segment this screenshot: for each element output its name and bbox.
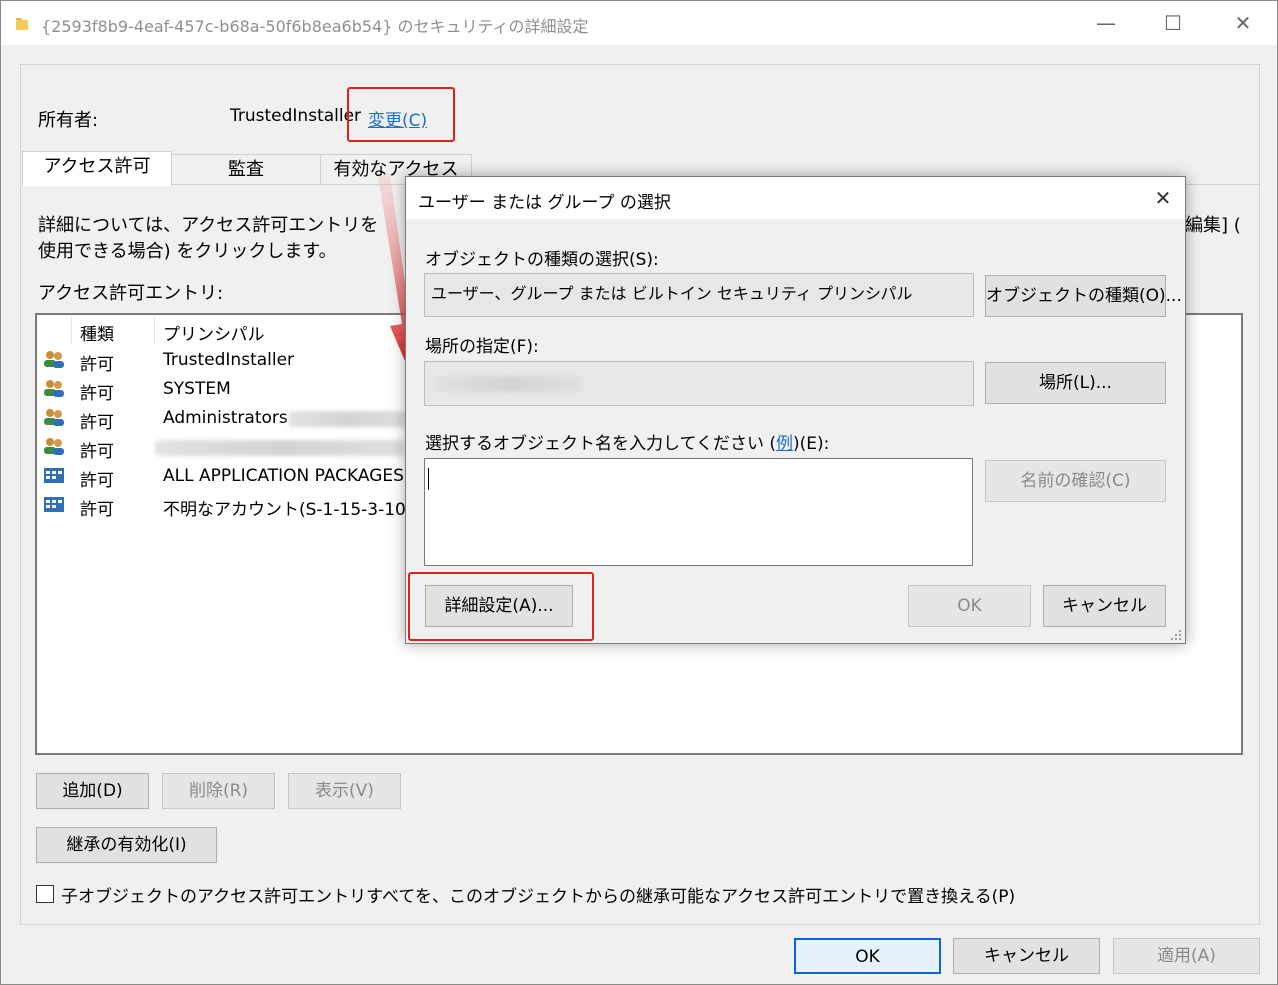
object-name-input[interactable] — [424, 458, 973, 566]
row-type: 許可 — [80, 384, 114, 404]
info-text-right: 編集] ( — [1185, 215, 1241, 236]
object-types-button[interactable]: オブジェクトの種類(O)... — [985, 275, 1182, 317]
tab-audit[interactable]: 監査 — [171, 154, 321, 185]
text-cursor — [428, 468, 429, 490]
tab-permissions[interactable]: アクセス許可 — [22, 151, 172, 186]
cancel-button[interactable]: キャンセル — [953, 938, 1100, 974]
folder-icon — [16, 18, 28, 30]
row-principal: 不明なアカウント(S-1-15-3-1024- — [163, 500, 434, 520]
column-divider — [154, 317, 155, 345]
title-bar: {2593f8b9-4eaf-457c-b68a-50f6b8ea6b54} の… — [1, 1, 1277, 45]
app-package-icon — [44, 497, 64, 512]
users-icon — [44, 409, 64, 426]
add-button[interactable]: 追加(D) — [36, 773, 149, 809]
row-principal: SYSTEM — [163, 379, 231, 399]
column-header-principal[interactable]: プリンシパル — [163, 320, 265, 345]
object-name-label-suffix: )(E): — [793, 434, 830, 454]
object-type-value: ユーザー、グループ または ビルトイン セキュリティ プリンシパル — [431, 284, 913, 303]
view-button[interactable]: 表示(V) — [288, 773, 401, 809]
column-header-type[interactable]: 種類 — [80, 320, 114, 345]
redacted-text — [433, 376, 583, 392]
apply-button[interactable]: 適用(A) — [1113, 938, 1260, 974]
advanced-button[interactable]: 詳細設定(A)... — [425, 585, 573, 627]
owner-label: 所有者: — [38, 110, 99, 131]
dialog-title: ユーザー または グループ の選択 — [418, 193, 671, 213]
remove-button[interactable]: 削除(R) — [162, 773, 275, 809]
redacted-text — [155, 440, 405, 456]
row-principal: TrustedInstaller — [163, 350, 295, 370]
object-name-label: 選択するオブジェクト名を入力してください (例)(E): — [425, 429, 829, 454]
info-text-line1: 詳細については、アクセス許可エントリを — [38, 215, 379, 236]
column-divider — [71, 317, 72, 345]
maximize-icon[interactable]: ☐ — [1156, 7, 1190, 39]
row-type: 許可 — [80, 471, 114, 491]
change-owner-link[interactable]: 変更(C) — [368, 106, 427, 131]
users-icon — [44, 438, 64, 455]
dialog-close-icon[interactable]: ✕ — [1148, 183, 1178, 213]
redacted-text — [288, 411, 408, 427]
select-user-group-dialog: ユーザー または グループ の選択 ✕ オブジェクトの種類の選択(S): ユーザ… — [405, 176, 1186, 644]
window-title: {2593f8b9-4eaf-457c-b68a-50f6b8ea6b54} の… — [41, 17, 589, 36]
app-package-icon — [44, 468, 64, 483]
dialog-ok-button[interactable]: OK — [908, 585, 1031, 627]
location-field — [424, 361, 974, 406]
entries-label: アクセス許可エントリ: — [38, 283, 224, 304]
row-principal: Administrators — [163, 408, 288, 428]
location-label: 場所の指定(F): — [425, 337, 539, 357]
row-type: 許可 — [80, 442, 114, 462]
replace-entries-checkbox[interactable] — [36, 885, 54, 903]
object-type-label: オブジェクトの種類の選択(S): — [425, 250, 659, 270]
enable-inheritance-button[interactable]: 継承の有効化(I) — [36, 827, 217, 863]
users-icon — [44, 380, 64, 397]
locations-button[interactable]: 場所(L)... — [985, 362, 1166, 404]
users-icon — [44, 351, 64, 368]
examples-link[interactable]: 例 — [776, 434, 793, 454]
replace-entries-label: 子オブジェクトのアクセス許可エントリすべてを、このオブジェクトからの継承可能なア… — [61, 887, 1016, 907]
row-principal: ALL APPLICATION PACKAGES — [163, 466, 404, 486]
check-names-button[interactable]: 名前の確認(C) — [985, 460, 1166, 502]
row-type: 許可 — [80, 355, 114, 375]
minimize-icon[interactable]: — — [1089, 7, 1123, 39]
row-type: 許可 — [80, 500, 114, 520]
close-icon[interactable]: ✕ — [1226, 7, 1260, 39]
owner-value: TrustedInstaller — [230, 106, 362, 126]
ok-button[interactable]: OK — [794, 938, 941, 974]
object-type-field: ユーザー、グループ または ビルトイン セキュリティ プリンシパル — [424, 273, 974, 317]
resize-grip-icon[interactable] — [1170, 629, 1182, 641]
dialog-cancel-button[interactable]: キャンセル — [1043, 585, 1166, 627]
info-text-line2: 使用できる場合) をクリックします。 — [38, 241, 337, 262]
row-type: 許可 — [80, 413, 114, 433]
object-name-label-prefix: 選択するオブジェクト名を入力してください ( — [425, 434, 777, 454]
